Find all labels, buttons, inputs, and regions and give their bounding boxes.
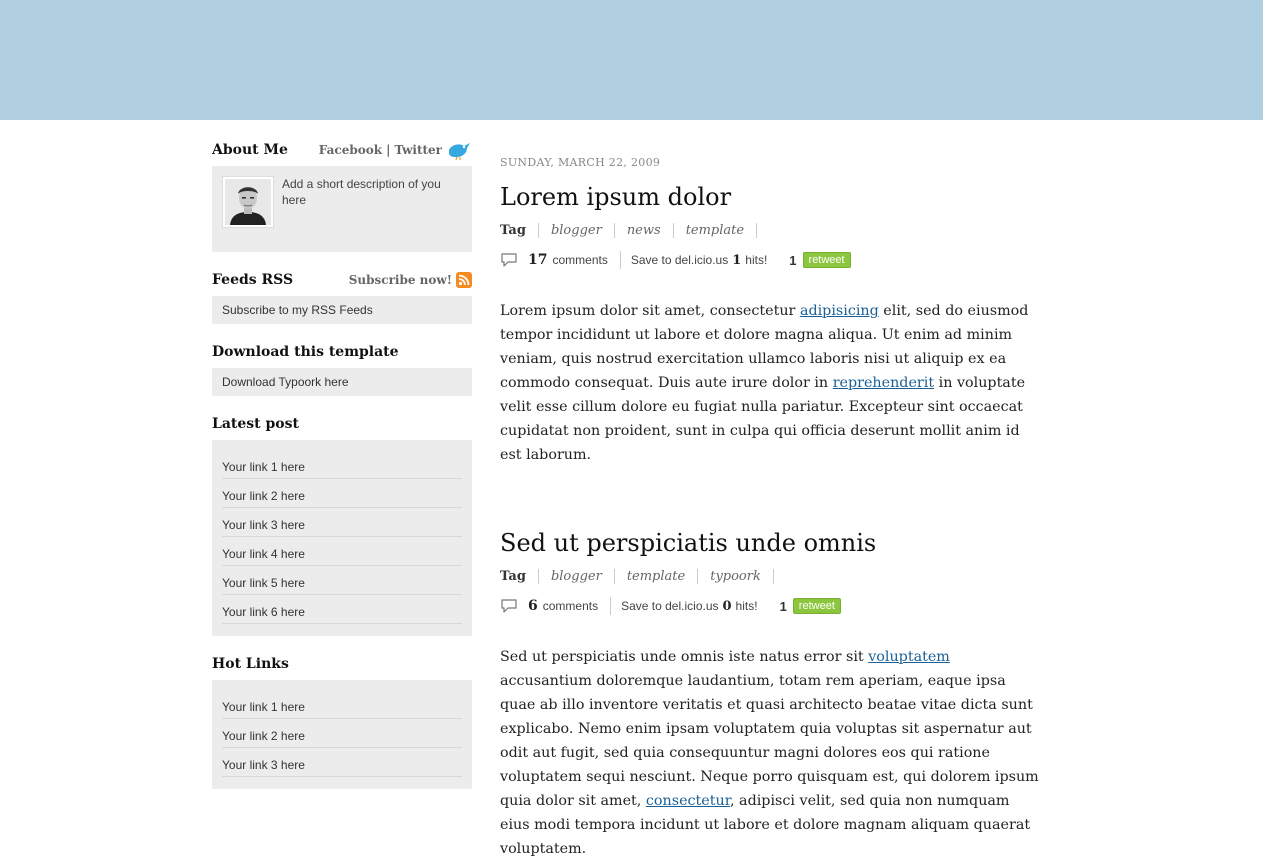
inline-link[interactable]: consectetur [646,793,730,809]
twitter-bird-icon[interactable] [446,140,472,161]
subscribe-now-link[interactable]: Subscribe now! [349,273,452,287]
feeds-section: Feeds RSS Subscribe now! Subscribe to my… [212,270,472,324]
meta-divider [610,597,612,615]
hot-links-section: Hot Links Your link 1 here Your link 2 h… [212,654,472,789]
tag-link[interactable]: template [615,568,699,584]
retweet-button[interactable]: retweet [792,598,841,614]
list-item[interactable]: Your link 4 here [222,537,462,566]
sidebar: About Me Facebook | Twitter Add a short … [212,140,472,807]
download-box: Download Typoork here [212,368,472,396]
tag-label: Tag [500,222,539,238]
list-item[interactable]: Your link 5 here [222,566,462,595]
list-item[interactable]: Your link 6 here [222,595,462,624]
latest-section: Latest post Your link 1 here Your link 2… [212,414,472,636]
hot-links-title: Hot Links [212,656,289,672]
about-title: About Me [212,142,288,158]
retweet-count: 1 [789,252,797,268]
tag-row: Tag blogger template typoork [500,567,1040,585]
list-item[interactable]: Your link 2 here [222,719,462,748]
rss-feed-link[interactable]: Subscribe to my RSS Feeds [222,303,373,317]
download-title: Download this template [212,344,399,360]
hits-count: 1 [732,252,742,268]
list-item[interactable]: Your link 3 here [222,508,462,537]
retweet-count: 1 [779,598,787,614]
inline-link[interactable]: adipisicing [800,303,879,319]
post-date: SUNDAY, MARCH 22, 2009 [500,156,661,169]
meta-divider [619,251,621,269]
facebook-link[interactable]: Facebook [319,143,382,157]
rss-box: Subscribe to my RSS Feeds [212,296,472,324]
comments-count: 17 [528,252,548,268]
post-title[interactable]: Sed ut perspiciatis unde omnis [500,529,1040,557]
tag-link[interactable]: blogger [539,568,615,584]
post-title[interactable]: Lorem ipsum dolor [500,183,1040,211]
body-text: accusantium doloremque laudantium, totam… [500,673,1039,809]
main-content: SUNDAY, MARCH 22, 2009 Lorem ipsum dolor… [500,150,1040,861]
post-meta: 17 comments Save to del.icio.us 1 hits! … [500,249,1040,271]
comments-link[interactable]: comments [543,599,598,613]
post: Sed ut perspiciatis unde omnis Tag blogg… [500,529,1040,861]
post-meta: 6 comments Save to del.icio.us 0 hits! 1… [500,595,1040,617]
list-item[interactable]: Your link 3 here [222,748,462,777]
tag-link[interactable]: template [674,222,758,238]
comment-bubble-icon [500,598,518,614]
link-divider: | [386,143,391,157]
tag-row: Tag blogger news template [500,221,1040,239]
hot-links-list: Your link 1 here Your link 2 here Your l… [212,680,472,789]
feeds-title: Feeds RSS [212,272,294,288]
tag-link[interactable]: typoork [698,568,774,584]
list-item[interactable]: Your link 1 here [222,690,462,719]
latest-list: Your link 1 here Your link 2 here Your l… [212,440,472,636]
about-box: Add a short description of you here [212,166,472,252]
rss-icon[interactable] [456,272,472,288]
list-item[interactable]: Your link 1 here [222,450,462,479]
comments-link[interactable]: comments [552,253,607,267]
delicious-link[interactable]: Save to del.icio.us [631,253,728,267]
about-section: About Me Facebook | Twitter Add a short … [212,140,472,252]
inline-link[interactable]: reprehenderit [833,375,934,391]
retweet-button[interactable]: retweet [802,252,851,268]
download-section: Download this template Download Typoork … [212,342,472,396]
hits-label: hits! [745,253,768,267]
list-item[interactable]: Your link 2 here [222,479,462,508]
tag-label: Tag [500,568,539,584]
delicious-link[interactable]: Save to del.icio.us [621,599,718,613]
hits-count: 0 [722,598,732,614]
about-description: Add a short description of you here [282,177,441,207]
post-body: Sed ut perspiciatis unde omnis iste natu… [500,645,1040,861]
post-body: Lorem ipsum dolor sit amet, consectetur … [500,299,1040,467]
download-link[interactable]: Download Typoork here [222,375,349,389]
avatar [222,176,274,228]
latest-title: Latest post [212,416,299,432]
tag-link[interactable]: news [615,222,674,238]
comment-bubble-icon [500,252,518,268]
tag-link[interactable]: blogger [539,222,615,238]
header-banner [0,0,1263,120]
twitter-link[interactable]: Twitter [394,143,442,157]
body-text: Lorem ipsum dolor sit amet, consectetur [500,303,800,319]
comments-count: 6 [528,598,538,614]
post: SUNDAY, MARCH 22, 2009 Lorem ipsum dolor… [500,156,1040,467]
hits-label: hits! [735,599,758,613]
inline-link[interactable]: voluptatem [868,649,950,665]
body-text: Sed ut perspiciatis unde omnis iste natu… [500,649,869,665]
